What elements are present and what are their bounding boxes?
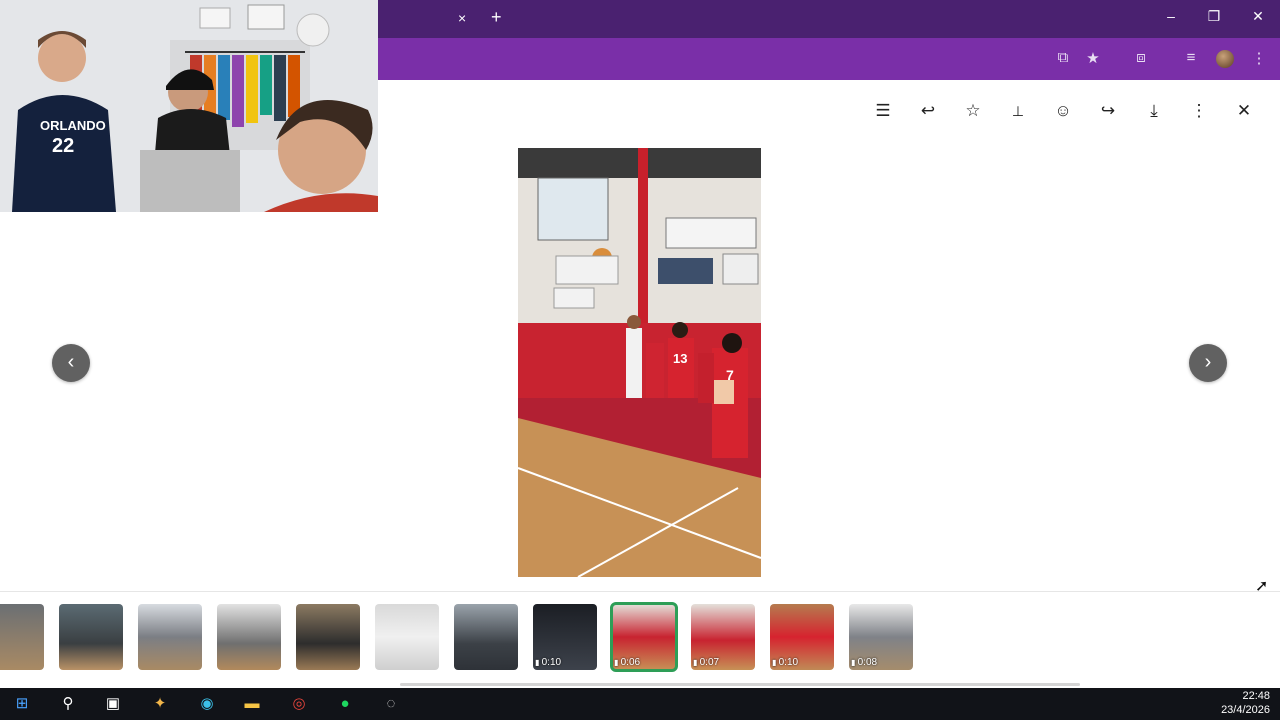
emoji-icon[interactable]: ☺ [1051, 100, 1075, 122]
thumbnail[interactable] [375, 604, 439, 670]
thumbnail[interactable]: 0:08 [849, 604, 913, 670]
video-duration: 0:07 [693, 657, 719, 668]
webcam-scene: ORLANDO 22 [0, 0, 378, 212]
close-viewer-icon[interactable]: ✕ [1232, 100, 1256, 122]
profile-avatar[interactable] [1216, 50, 1234, 68]
app-icon[interactable]: ◌ [380, 693, 402, 715]
divider [0, 591, 1280, 592]
taskbar [0, 688, 1280, 720]
media-controls-icon[interactable]: ≡ [1181, 49, 1201, 66]
screen: × + – ❐ ✕ ⧉ ★ ⧈ ≡ ⋮ ORLANDO 22 ☰ ↩ ☆ ⊥ ☺… [0, 0, 1280, 720]
svg-text:ORLANDO: ORLANDO [40, 118, 106, 133]
webcam-overlay: ORLANDO 22 [0, 0, 378, 212]
window-close-icon[interactable]: ✕ [1248, 8, 1268, 25]
details-icon[interactable]: ☰ [871, 100, 895, 122]
reply-icon[interactable]: ↩ [916, 100, 940, 122]
pin-icon[interactable]: ⊥ [1006, 100, 1030, 122]
previous-button[interactable]: ‹ [52, 344, 90, 382]
svg-text:13: 13 [673, 351, 687, 366]
task-view-icon[interactable]: ▣ [102, 693, 124, 715]
copilot-icon[interactable]: ✦ [149, 693, 171, 715]
star-icon[interactable]: ☆ [961, 100, 985, 122]
clock-time: 22:48 [1242, 690, 1270, 702]
thumbnail[interactable]: 0:07 [691, 604, 755, 670]
start-icon[interactable]: ⊞ [11, 693, 33, 715]
spotify-icon[interactable]: ● [334, 693, 356, 715]
media-preview[interactable]: 13 7 [518, 148, 761, 577]
new-tab-icon[interactable]: + [491, 7, 502, 28]
thumbnail[interactable] [454, 604, 518, 670]
extensions-icon[interactable]: ⧈ [1131, 49, 1151, 66]
video-duration: 0:10 [772, 657, 798, 668]
download-icon[interactable]: ⤓ [1142, 100, 1166, 122]
tab-bar [378, 0, 1280, 38]
thumbnail-selected[interactable]: 0:06 [610, 602, 678, 672]
chrome-icon[interactable]: ◎ [288, 693, 310, 715]
clock-date: 23/4/2026 [1221, 704, 1270, 716]
forward-icon[interactable]: ↪ [1096, 100, 1120, 122]
browser-menu-icon[interactable]: ⋮ [1249, 49, 1269, 67]
search-icon[interactable]: ⚲ [57, 693, 79, 715]
edge-icon[interactable]: ◉ [196, 693, 218, 715]
minimize-icon[interactable]: – [1161, 8, 1181, 24]
mouse-cursor-icon: ➚ [1255, 578, 1269, 595]
bookmark-star-icon[interactable]: ★ [1083, 49, 1103, 67]
video-duration: 0:10 [535, 657, 561, 668]
restore-icon[interactable]: ❐ [1204, 8, 1224, 25]
system-clock[interactable]: 22:48 23/4/2026 [1221, 689, 1270, 717]
thumbnail[interactable] [138, 604, 202, 670]
svg-text:22: 22 [52, 135, 74, 157]
thumbnail[interactable] [296, 604, 360, 670]
tab-close-icon[interactable]: × [458, 10, 466, 26]
thumbnail[interactable]: 0:10 [770, 604, 834, 670]
next-button[interactable]: › [1189, 344, 1227, 382]
thumbnail-scrollbar[interactable] [400, 683, 1080, 686]
basketball-frame: 13 7 [518, 148, 761, 577]
thumbnail[interactable]: 0:10 [533, 604, 597, 670]
video-duration: 0:06 [614, 657, 640, 668]
file-explorer-icon[interactable]: ▬ [241, 693, 263, 715]
thumbnail[interactable] [59, 604, 123, 670]
thumbnail[interactable] [0, 604, 44, 670]
video-duration: 0:08 [851, 657, 877, 668]
install-app-icon[interactable]: ⧉ [1053, 49, 1073, 66]
more-icon[interactable]: ⋮ [1187, 100, 1211, 122]
thumbnail-strip: 0:10 0:06 0:07 0:10 0:08 [0, 602, 1280, 672]
thumbnail[interactable] [217, 604, 281, 670]
